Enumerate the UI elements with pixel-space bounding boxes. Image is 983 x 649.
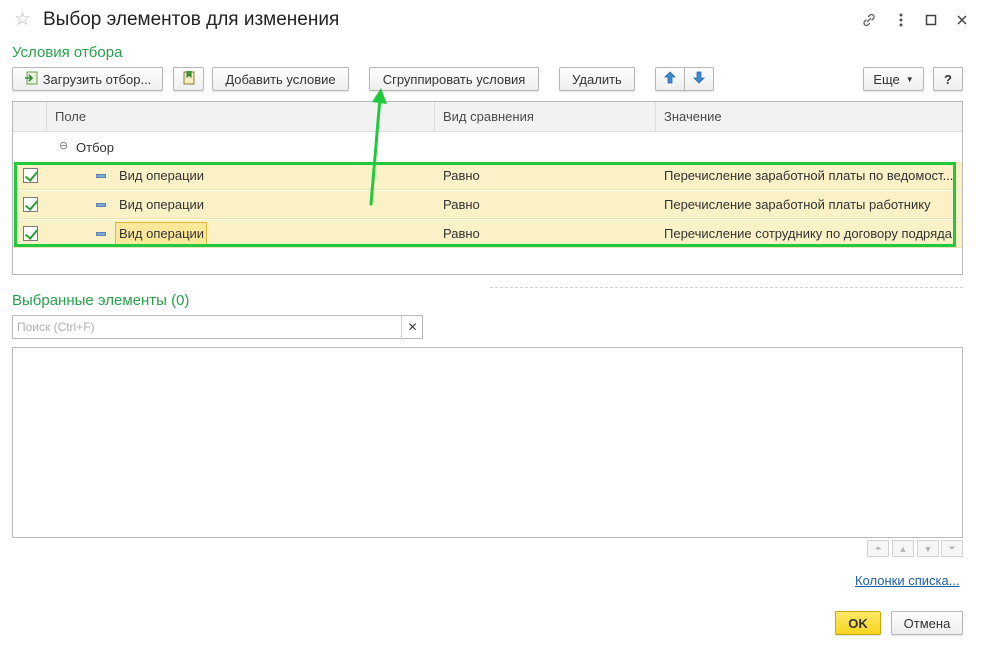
load-filter-label: Загрузить отбор...: [42, 71, 152, 87]
annotation-highlight-box: [14, 162, 956, 247]
load-filter-button[interactable]: Загрузить отбор...: [12, 67, 163, 91]
filter-section-title: Условия отбора: [12, 44, 123, 61]
group-conditions-label: Сгруппировать условия: [382, 71, 526, 87]
add-condition-label: Добавить условие: [225, 71, 336, 87]
link-icon[interactable]: [860, 10, 878, 30]
cancel-button[interactable]: Отмена: [891, 611, 963, 635]
group-conditions-button[interactable]: Сгруппировать условия: [369, 67, 539, 91]
ok-button[interactable]: OK: [835, 611, 881, 635]
collapse-group-icon[interactable]: ⊖: [59, 139, 68, 152]
clear-search-icon[interactable]: ✕: [401, 315, 423, 339]
more-button[interactable]: Еще ▼: [863, 67, 924, 91]
help-label: ?: [944, 71, 952, 87]
arrow-down-icon: [693, 71, 705, 87]
column-header-comparison[interactable]: Вид сравнения: [434, 102, 655, 132]
save-filter-icon: [182, 70, 196, 88]
move-down-button[interactable]: [684, 67, 714, 91]
separator: [490, 287, 963, 288]
group-label: Отбор: [76, 140, 114, 155]
cancel-label: Отмена: [903, 615, 951, 631]
more-vertical-icon[interactable]: [892, 10, 910, 30]
delete-label: Удалить: [572, 71, 622, 87]
list-columns-link[interactable]: Колонки списка...: [855, 573, 960, 588]
add-condition-button[interactable]: Добавить условие: [212, 67, 349, 91]
move-up-button[interactable]: [655, 67, 685, 91]
ok-label: OK: [848, 615, 868, 631]
page-up-icon[interactable]: ▲: [892, 540, 914, 557]
annotation-arrow: [369, 88, 387, 206]
help-button[interactable]: ?: [933, 67, 963, 91]
favorite-star-icon[interactable]: ☆: [14, 9, 31, 31]
dropdown-caret-icon: ▼: [905, 74, 914, 84]
page-down-icon[interactable]: ▼: [917, 540, 939, 557]
arrow-up-icon: [664, 71, 676, 87]
load-filter-icon: [24, 71, 38, 88]
close-icon[interactable]: [953, 10, 971, 30]
save-filter-button[interactable]: [173, 67, 204, 91]
last-icon[interactable]: ⏷: [941, 540, 963, 557]
selected-items-list[interactable]: [12, 347, 963, 538]
column-header-value[interactable]: Значение: [655, 102, 962, 132]
first-icon[interactable]: ⏶: [867, 540, 889, 557]
delete-button[interactable]: Удалить: [559, 67, 635, 91]
more-label: Еще: [873, 71, 900, 87]
window-title: Выбор элементов для изменения: [43, 9, 340, 30]
maximize-icon[interactable]: [922, 10, 940, 30]
selected-section-title: Выбранные элементы (0): [12, 292, 190, 309]
search-placeholder: Поиск (Ctrl+F): [17, 320, 95, 334]
